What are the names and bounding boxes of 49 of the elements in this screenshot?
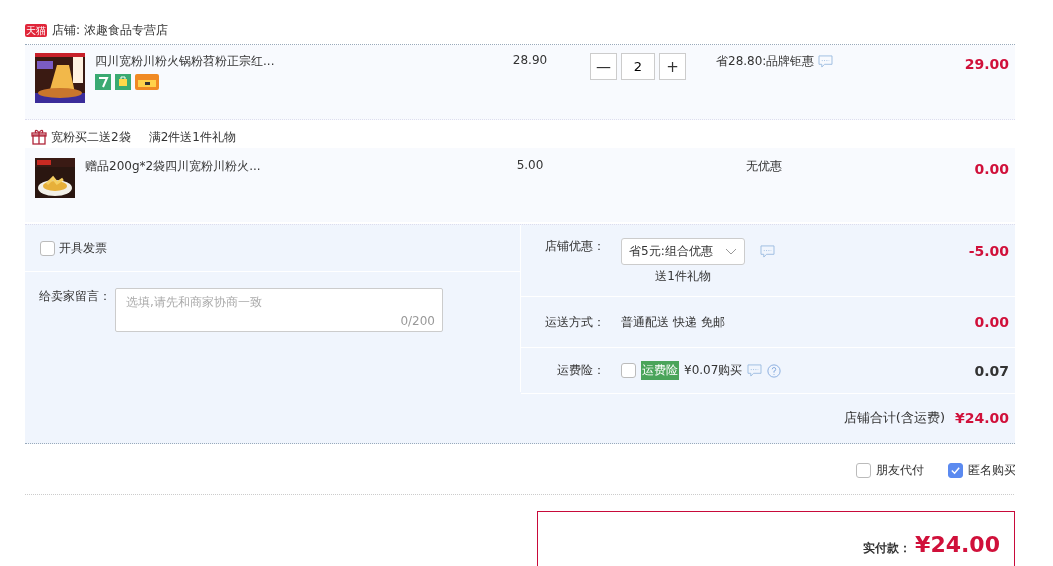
insurance-tag: 运费险 [641,361,679,380]
item-subtotal: 29.00 [963,56,1010,72]
invoice-label: 开具发票 [59,239,107,257]
check-icon [950,464,961,476]
item-subtotal: 0.00 [973,161,1010,177]
fee-amount: 0.00 [974,314,1009,330]
gift-icon [31,129,47,145]
promo-detail: 满2件送1件礼物 [148,128,236,146]
total-amount: ¥24.00 [954,409,1009,426]
fee-amount: -5.00 [968,243,1009,259]
seven-day-icon [95,74,111,90]
store-logo: 天猫 [25,24,47,37]
chevron-icon [725,247,737,256]
discount-text: 无优惠 [746,158,782,175]
unit-price: 5.00 [515,158,545,172]
pay-label: 实付款： [863,540,912,557]
option-checkbox[interactable] [856,462,871,478]
help-icon[interactable] [767,363,782,378]
total-label: 店铺合计(含运费) [843,408,945,427]
option-checkbox[interactable] [948,462,963,478]
fee-label: 运送方式： [544,313,605,331]
message-label: 给卖家留言： [39,288,111,305]
discount-dropdown[interactable]: 省5元:组合优惠 [621,238,745,265]
option-label: 朋友代付 [876,461,924,479]
unit-price: 28.90 [511,53,549,67]
character-counter: 0/200 [400,314,435,328]
promo-title: 宽粉买二送2袋 [51,128,131,146]
fee-amount: 0.07 [974,362,1009,379]
discount-text: 省28.80:品牌钜惠 [716,53,815,70]
pay-amount: ¥24.00 [915,532,1000,557]
shipping-method: 普通配送 快递 免邮 [621,313,725,331]
bag-icon [115,74,131,90]
insurance-checkbox[interactable] [621,363,636,378]
product-name[interactable]: 四川宽粉川粉火锅粉苕粉正宗红... [95,53,490,70]
decrease-button[interactable]: — [590,53,617,80]
card-icon [135,74,159,90]
message-icon[interactable] [747,364,763,377]
invoice-checkbox[interactable] [40,240,55,256]
increase-button[interactable]: + [659,53,686,80]
option-label: 匿名购买 [968,461,1015,479]
quantity-field[interactable]: 2 [621,53,655,80]
gift-name[interactable]: 赠品200g*2袋四川宽粉川粉火... [85,158,490,175]
store-name[interactable]: 店铺: 浓趣食品专营店 [52,22,168,39]
gift-note: 送1件礼物 [655,268,711,285]
fee-label: 运费险： [556,362,605,379]
message-icon[interactable] [818,55,834,68]
message-icon[interactable] [760,245,775,258]
insurance-price: ¥0.07购买 [684,362,743,379]
fee-label: 店铺优惠： [544,238,605,255]
